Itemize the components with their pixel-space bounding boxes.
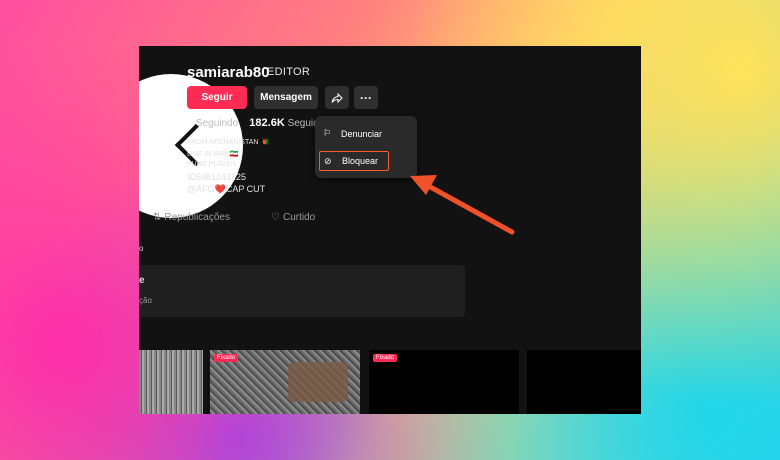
report-label: Denunciar xyxy=(341,128,383,139)
followers-count: 182.6K xyxy=(249,117,285,129)
bio-line: LIVE IN IRAN🇮🇷 xyxy=(187,151,239,158)
block-icon: ⊘ xyxy=(324,155,332,166)
message-button[interactable]: Mensagem xyxy=(254,86,318,109)
bio-line: ID5981243125 xyxy=(187,172,247,182)
thumbnail-image xyxy=(288,362,348,402)
repost-icon: ⇅ xyxy=(153,212,162,223)
video-thumbnail[interactable] xyxy=(139,350,203,414)
card-title-partial: e xyxy=(139,275,145,286)
bio-line: FROM AFGHANISTAN 🇦🇫 xyxy=(187,139,270,146)
card-subtitle-partial: ção xyxy=(139,296,152,305)
tab-liked[interactable]: ♡ Curtido xyxy=(271,212,315,223)
profile-window: samiarab80 EDITOR Seguir Mensagem ··· 5 … xyxy=(139,46,641,414)
more-options-button[interactable]: ··· xyxy=(354,86,378,109)
heart-icon: ♡ xyxy=(271,212,280,223)
bio-line: PUBG PLAYER xyxy=(187,161,236,168)
block-menu-item[interactable]: ⊘ Bloquear xyxy=(319,151,389,171)
report-menu-item[interactable]: ⚐ Denunciar xyxy=(323,128,382,139)
following-count: 5 xyxy=(187,117,194,129)
share-icon xyxy=(331,92,343,103)
more-options-menu: ⚐ Denunciar ⊘ Bloquear xyxy=(315,116,417,178)
tab-label: Curtido xyxy=(282,212,316,223)
profile-tag: EDITOR xyxy=(267,66,311,78)
tab-label: Republicações xyxy=(164,212,230,223)
block-label: Bloquear xyxy=(342,156,379,166)
flag-icon: ⚐ xyxy=(323,128,332,138)
video-thumbnail[interactable] xyxy=(527,350,641,414)
video-thumbnail[interactable]: Fixado xyxy=(369,350,519,414)
video-thumbnail[interactable]: Fixado xyxy=(210,350,360,414)
share-button[interactable] xyxy=(325,86,349,109)
follow-button[interactable]: Seguir xyxy=(187,86,247,109)
following-label: Seguindo xyxy=(195,118,239,129)
profile-stats: 5 Seguindo 182.6K Seguido xyxy=(187,117,324,129)
bio-line: @AFG❤️CAP CUT xyxy=(187,184,266,194)
playlist-card[interactable]: e ção xyxy=(139,265,465,317)
pinned-badge: Fixado xyxy=(214,354,239,362)
pinned-badge: Fixado xyxy=(373,354,398,362)
section-heading-partial: o xyxy=(139,244,144,253)
username: samiarab80 xyxy=(187,64,270,81)
tab-reposts[interactable]: ⇅ Republicações xyxy=(153,212,230,223)
